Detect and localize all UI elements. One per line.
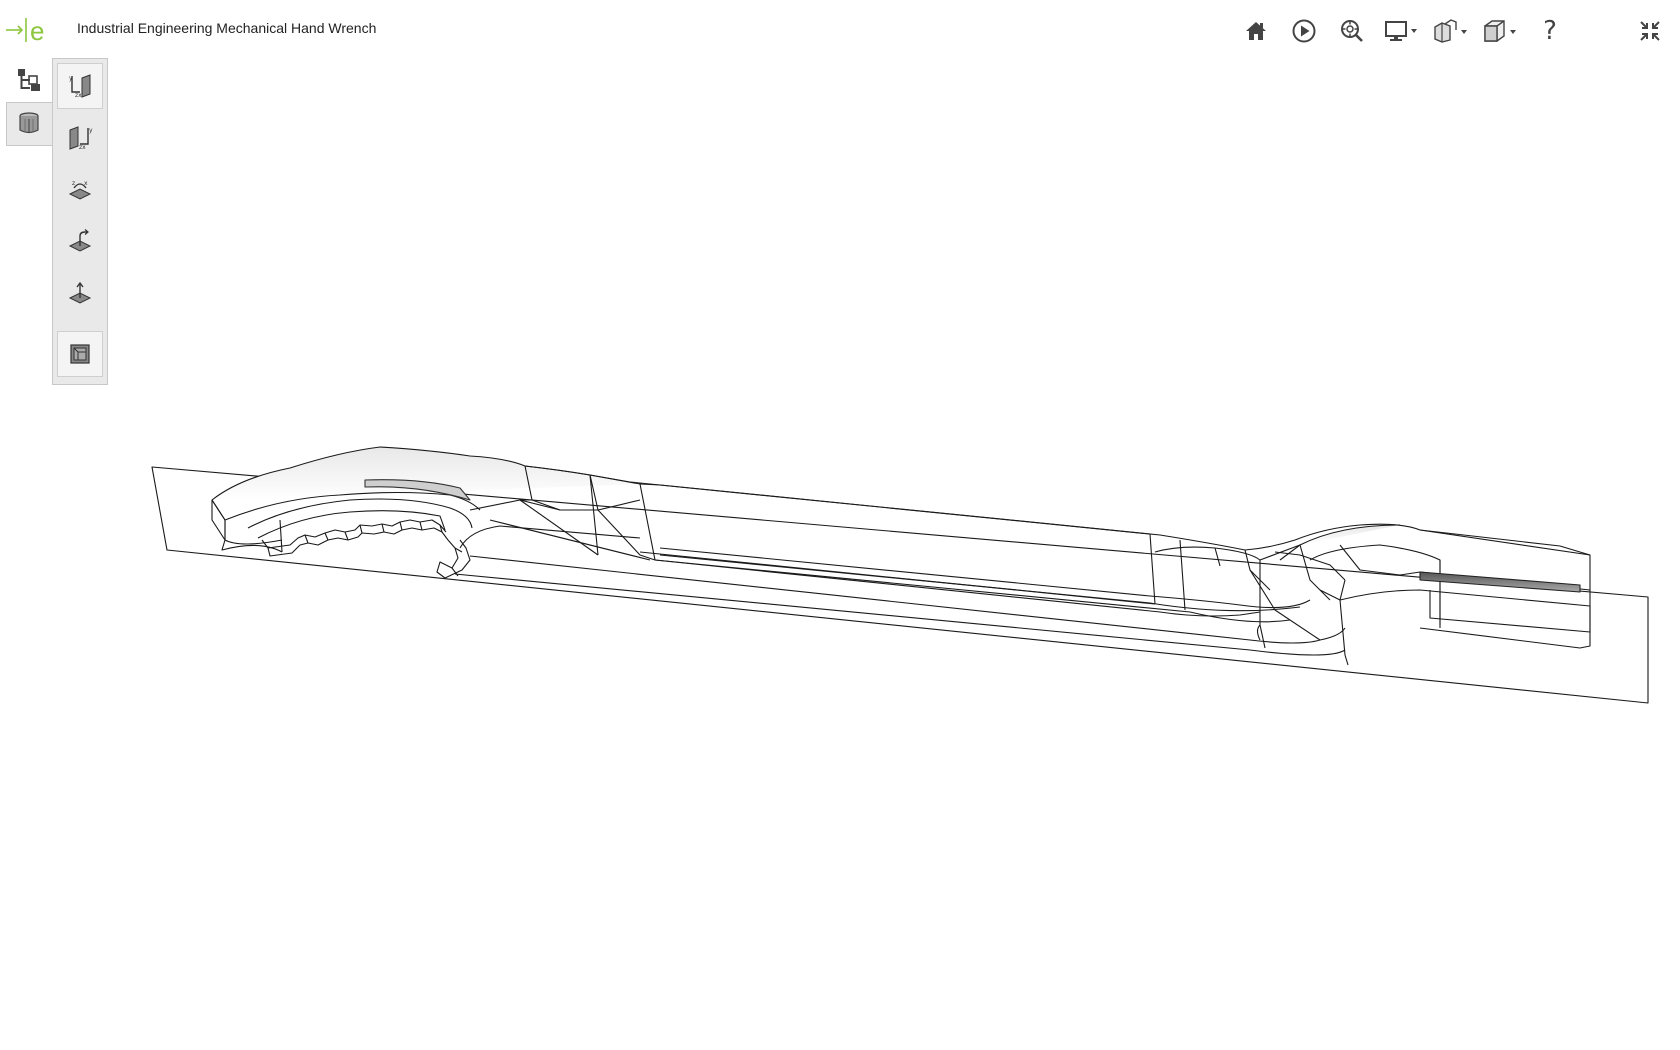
svg-text:e: e bbox=[30, 16, 44, 46]
fullscreen-exit-icon bbox=[1640, 21, 1660, 41]
display-mode-button[interactable] bbox=[1382, 14, 1422, 48]
help-icon: ? bbox=[1543, 16, 1557, 46]
wrench-handle-top-edge bbox=[524, 465, 1561, 551]
play-button[interactable] bbox=[1284, 14, 1324, 48]
app-window: e Industrial Engineering Mechanical Hand… bbox=[0, 0, 1680, 1050]
zoom-fit-button[interactable] bbox=[1332, 14, 1372, 48]
zoom-fit-icon bbox=[1341, 20, 1363, 42]
view-cube-icon bbox=[1484, 20, 1516, 42]
play-icon bbox=[1292, 19, 1316, 43]
explode-view-button[interactable] bbox=[1430, 14, 1470, 48]
wrench-handle-bottom-edge bbox=[469, 555, 1346, 644]
wrench-head-left-top bbox=[211, 446, 641, 501]
header-bar: e Industrial Engineering Mechanical Hand… bbox=[0, 0, 1680, 60]
explode-view-icon bbox=[1434, 19, 1467, 43]
page-title: Industrial Engineering Mechanical Hand W… bbox=[77, 20, 377, 36]
help-button[interactable]: ? bbox=[1530, 14, 1570, 48]
home-button[interactable] bbox=[1236, 14, 1276, 48]
fullscreen-exit-button[interactable] bbox=[1630, 14, 1670, 48]
wrench-model[interactable] bbox=[0, 60, 1680, 1050]
display-mode-icon bbox=[1385, 21, 1417, 41]
view-cube-button[interactable] bbox=[1480, 14, 1520, 48]
app-logo: e bbox=[6, 14, 50, 46]
3d-viewport[interactable] bbox=[0, 60, 1680, 1050]
home-icon bbox=[1246, 22, 1266, 40]
